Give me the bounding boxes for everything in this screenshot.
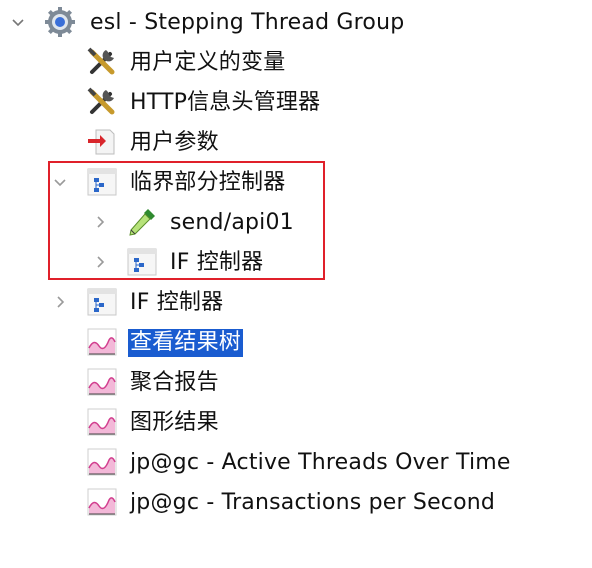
tree-node-label: IF 控制器 xyxy=(130,290,224,315)
tree-node-view-results-tree[interactable]: 查看结果树 xyxy=(0,322,592,362)
wrench-screwdriver-icon xyxy=(86,46,118,78)
test-plan-tree: esl - Stepping Thread Group 用户定义的变量 HTTP… xyxy=(0,0,592,568)
gear-icon xyxy=(44,6,76,38)
tree-node-label: 图形结果 xyxy=(130,410,219,435)
tree-node-transactions-per-second[interactable]: jp@gc - Transactions per Second xyxy=(0,482,592,522)
wrench-screwdriver-icon xyxy=(86,86,118,118)
tree-node-aggregate-report[interactable]: 聚合报告 xyxy=(0,362,592,402)
listener-graph-icon xyxy=(86,446,118,478)
tree-node-graph-results[interactable]: 图形结果 xyxy=(0,402,592,442)
tree-node-if-controller[interactable]: IF 控制器 xyxy=(0,282,592,322)
tree-node-label: esl - Stepping Thread Group xyxy=(90,10,405,35)
tree-node-http-header-manager[interactable]: HTTP信息头管理器 xyxy=(0,82,592,122)
listener-graph-icon xyxy=(86,366,118,398)
tree-node-user-parameters[interactable]: 用户参数 xyxy=(0,122,592,162)
listener-graph-icon xyxy=(86,486,118,518)
tree-node-root[interactable]: esl - Stepping Thread Group xyxy=(0,2,592,42)
tree-node-label: HTTP信息头管理器 xyxy=(130,90,321,115)
controller-icon xyxy=(86,286,118,318)
tree-node-label: 查看结果树 xyxy=(128,329,244,357)
listener-graph-icon xyxy=(86,326,118,358)
tree-node-label: 聚合报告 xyxy=(130,370,219,395)
tree-node-label: jp@gc - Active Threads Over Time xyxy=(130,450,511,475)
tree-node-active-threads-over-time[interactable]: jp@gc - Active Threads Over Time xyxy=(0,442,592,482)
chevron-down-icon[interactable] xyxy=(8,12,28,32)
chevron-right-icon[interactable] xyxy=(50,292,70,312)
tree-node-label: 用户定义的变量 xyxy=(130,50,286,75)
preprocessor-arrow-icon xyxy=(86,126,118,158)
tree-node-label: 用户参数 xyxy=(130,130,219,155)
tree-node-label: jp@gc - Transactions per Second xyxy=(130,490,496,515)
highlight-box xyxy=(48,161,325,280)
tree-node-user-defined-variables[interactable]: 用户定义的变量 xyxy=(0,42,592,82)
listener-graph-icon xyxy=(86,406,118,438)
